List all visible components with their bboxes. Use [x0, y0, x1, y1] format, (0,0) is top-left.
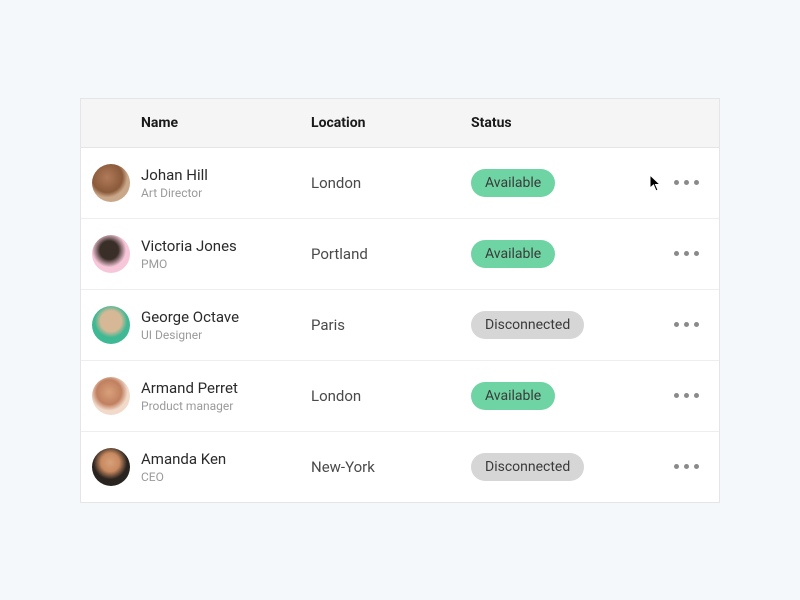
name-cell: Amanda Ken CEO: [141, 450, 311, 484]
user-role: Art Director: [141, 186, 311, 200]
avatar: [92, 448, 130, 486]
more-actions-button[interactable]: [651, 180, 721, 185]
status-badge: Disconnected: [471, 453, 584, 481]
more-icon: [694, 322, 699, 327]
more-icon: [684, 180, 689, 185]
avatar: [92, 306, 130, 344]
user-name: Armand Perret: [141, 379, 311, 397]
avatar: [92, 377, 130, 415]
status-badge: Available: [471, 382, 555, 410]
status-cell: Disconnected: [471, 453, 651, 481]
user-role: Product manager: [141, 399, 311, 413]
more-icon: [684, 322, 689, 327]
cursor-icon: [649, 174, 663, 192]
more-icon: [674, 251, 679, 256]
more-actions-button[interactable]: [651, 393, 721, 398]
column-header-location: Location: [311, 115, 471, 131]
user-role: PMO: [141, 257, 311, 271]
user-location: Paris: [311, 316, 471, 334]
table-row: George Octave UI Designer Paris Disconne…: [81, 290, 719, 361]
status-badge: Available: [471, 240, 555, 268]
more-icon: [684, 393, 689, 398]
name-cell: Armand Perret Product manager: [141, 379, 311, 413]
more-icon: [694, 251, 699, 256]
table-row: Victoria Jones PMO Portland Available: [81, 219, 719, 290]
more-icon: [674, 464, 679, 469]
user-name: Johan Hill: [141, 166, 311, 184]
avatar: [92, 235, 130, 273]
more-icon: [694, 180, 699, 185]
user-name: George Octave: [141, 308, 311, 326]
more-actions-button[interactable]: [651, 322, 721, 327]
name-cell: Johan Hill Art Director: [141, 166, 311, 200]
avatar-cell: [81, 448, 141, 486]
status-cell: Available: [471, 169, 651, 197]
more-icon: [684, 251, 689, 256]
user-name: Amanda Ken: [141, 450, 311, 468]
more-icon: [694, 464, 699, 469]
avatar-cell: [81, 235, 141, 273]
more-icon: [674, 393, 679, 398]
table-row: Armand Perret Product manager London Ava…: [81, 361, 719, 432]
table-row: Amanda Ken CEO New-York Disconnected: [81, 432, 719, 502]
user-role: UI Designer: [141, 328, 311, 342]
user-location: New-York: [311, 458, 471, 476]
status-cell: Available: [471, 382, 651, 410]
status-badge: Available: [471, 169, 555, 197]
user-location: London: [311, 387, 471, 405]
users-table: Name Location Status Johan Hill Art Dire…: [80, 98, 720, 503]
user-location: Portland: [311, 245, 471, 263]
more-icon: [694, 393, 699, 398]
user-name: Victoria Jones: [141, 237, 311, 255]
status-cell: Available: [471, 240, 651, 268]
avatar-cell: [81, 164, 141, 202]
more-actions-button[interactable]: [651, 464, 721, 469]
column-header-status: Status: [471, 115, 651, 131]
table-row: Johan Hill Art Director London Available: [81, 148, 719, 219]
name-cell: Victoria Jones PMO: [141, 237, 311, 271]
column-header-name: Name: [141, 115, 311, 131]
more-icon: [684, 464, 689, 469]
more-actions-button[interactable]: [651, 251, 721, 256]
avatar: [92, 164, 130, 202]
status-cell: Disconnected: [471, 311, 651, 339]
status-badge: Disconnected: [471, 311, 584, 339]
more-icon: [674, 322, 679, 327]
user-location: London: [311, 174, 471, 192]
table-header: Name Location Status: [81, 99, 719, 148]
name-cell: George Octave UI Designer: [141, 308, 311, 342]
avatar-cell: [81, 306, 141, 344]
more-icon: [674, 180, 679, 185]
user-role: CEO: [141, 470, 311, 484]
avatar-cell: [81, 377, 141, 415]
